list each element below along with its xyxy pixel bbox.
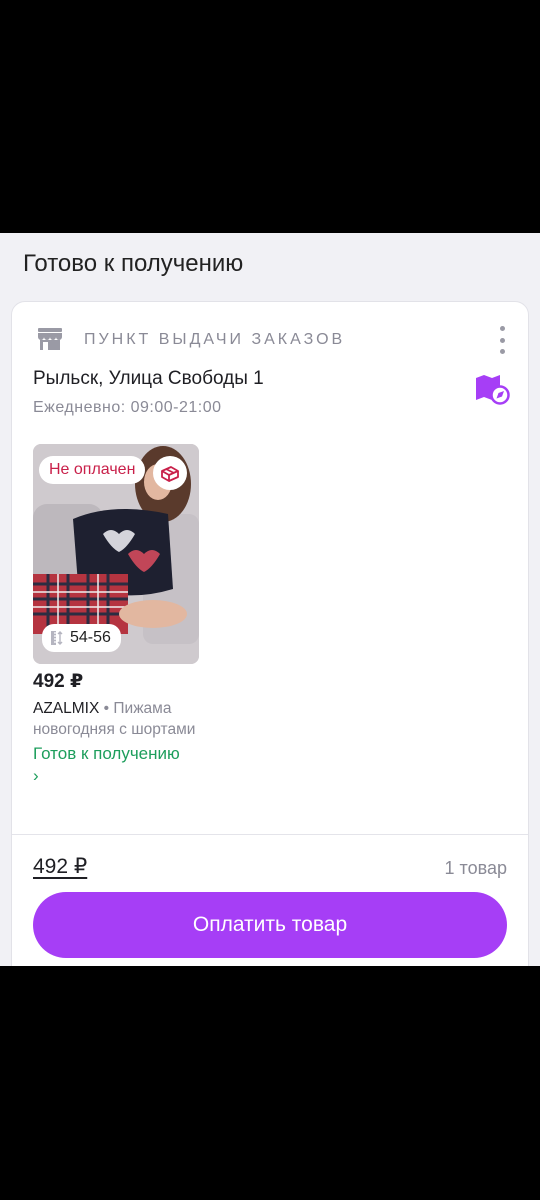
unpaid-badge: Не оплачен <box>39 456 146 484</box>
divider <box>12 834 528 835</box>
size-badge: 54-56 <box>42 624 121 652</box>
map-route-icon[interactable] <box>474 372 510 406</box>
page-title: Готово к получению <box>23 250 244 277</box>
ready-status-link[interactable]: Готов к получению › <box>33 743 183 787</box>
order-screen: Готово к получению ПУНКТ ВЫДАЧИ ЗАКАЗОВ … <box>0 233 540 966</box>
pay-button[interactable]: Оплатить товар <box>33 892 507 958</box>
product-price: 492 ₽ <box>33 671 84 692</box>
product-description: AZALMIX • Пижама новогодняя с шортами <box>33 698 203 740</box>
store-icon <box>38 328 62 350</box>
size-ruler-icon <box>51 631 63 645</box>
pickup-address: Рыльск, Улица Свободы 1 <box>33 368 264 389</box>
more-vertical-icon[interactable] <box>494 326 510 354</box>
status-bar-area <box>0 0 540 233</box>
brand-separator: • <box>103 700 110 717</box>
product-brand: AZALMIX <box>33 700 100 717</box>
pickup-hours: Ежедневно: 09:00-21:00 <box>33 399 222 416</box>
item-count: 1 товар <box>444 858 507 878</box>
product-name-line2: новогодняя с шортами <box>33 721 196 738</box>
pickup-point-label: ПУНКТ ВЫДАЧИ ЗАКАЗОВ <box>84 331 346 348</box>
order-total[interactable]: 492 ₽ <box>33 854 87 879</box>
order-card: ПУНКТ ВЫДАЧИ ЗАКАЗОВ Рыльск, Улица Свобо… <box>11 301 529 966</box>
product-image[interactable]: Не оплачен 54-56 <box>33 444 199 664</box>
gift-box-icon[interactable] <box>153 456 187 490</box>
navigation-bar-area <box>0 966 540 1200</box>
product-name-line1: Пижама <box>113 700 172 717</box>
size-value: 54-56 <box>70 629 111 646</box>
